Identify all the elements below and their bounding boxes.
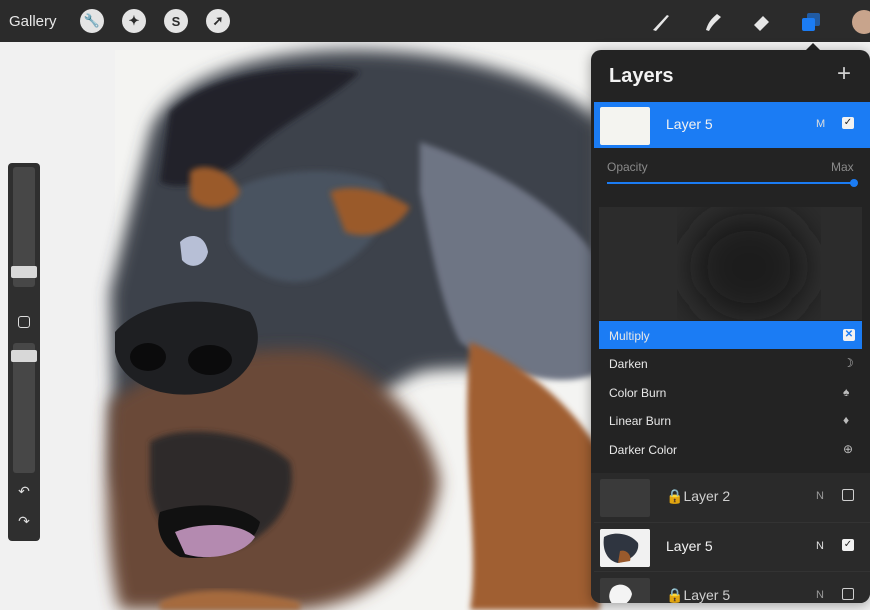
blend-mode-color-burn[interactable]: Color Burn ♠ [599,378,862,406]
layer-name: 🔒Layer 5 [666,587,731,603]
opacity-value: Max [831,160,854,174]
redo-icon[interactable]: ↷ [8,513,40,530]
flame-icon: ♦ [843,413,850,427]
transform-arrow-icon[interactable]: ➚ [206,9,230,33]
layer-row[interactable]: Layer 5 N ✓ [594,524,870,570]
color-swatch-button[interactable] [852,10,870,34]
gallery-button[interactable]: Gallery [9,13,57,30]
opacity-label: Opacity [607,160,648,174]
layers-icon[interactable] [798,9,824,35]
left-sidebar: ↶ ↷ [8,163,40,541]
brush-opacity-thumb[interactable] [11,350,37,362]
opacity-slider-thumb[interactable] [850,179,858,187]
blend-mode-letter[interactable]: M [816,118,825,130]
layer-thumbnail [600,479,650,517]
eraser-icon[interactable] [749,9,775,35]
visibility-checkbox[interactable]: ✓ [842,117,854,129]
layer-name: Layer 5 [666,538,713,554]
layer-row-selected[interactable]: Layer 5 M ✓ [594,102,870,148]
burn-icon: ♠ [843,385,850,399]
magic-wand-icon[interactable]: ✦ [122,9,146,33]
layer-name: Layer 5 [666,116,713,132]
opacity-slider[interactable] [607,182,853,184]
blend-mode-label: Multiply [609,329,650,343]
panel-title: Layers [609,65,674,87]
top-toolbar: Gallery 🔧 ✦ S ➚ [0,0,870,42]
brush-size-thumb[interactable] [11,266,37,278]
blend-mode-darker-color[interactable]: Darker Color ⊕ [599,435,862,463]
blend-mode-label: Darken [609,357,648,371]
visibility-checkbox[interactable]: ✓ [842,539,854,551]
brush-opacity-slider[interactable] [13,343,35,473]
visibility-checkbox[interactable] [842,489,854,501]
visibility-checkbox[interactable] [842,588,854,600]
layers-panel: Layers + Layer 5 M ✓ Opacity Max Multipl… [591,50,870,603]
plus-circle-icon: ⊕ [843,442,854,456]
layer-row[interactable]: 🔒Layer 2 N [594,474,870,520]
layer-row[interactable]: 🔒Layer 5 N [594,573,870,603]
divider [594,571,870,572]
smudge-icon[interactable] [700,9,726,35]
blend-mode-preview [599,207,862,322]
blend-mode-label: Linear Burn [609,414,672,428]
blend-mode-multiply[interactable]: Multiply ✕ [599,321,862,349]
blend-mode-letter[interactable]: N [816,589,824,601]
moon-icon: ☽ [843,356,854,370]
blend-mode-label: Color Burn [609,386,667,400]
blend-mode-label: Darker Color [609,443,678,457]
divider [594,522,870,523]
layer-name: 🔒Layer 2 [666,488,731,504]
blend-mode-letter[interactable]: N [816,540,824,552]
blend-mode-linear-burn[interactable]: Linear Burn ♦ [599,406,862,434]
multiply-icon: ✕ [843,329,855,341]
undo-icon[interactable]: ↶ [8,483,40,500]
selection-s-icon[interactable]: S [164,9,188,33]
wrench-icon[interactable]: 🔧 [80,9,104,33]
blend-mode-letter[interactable]: N [816,490,824,502]
layer-thumbnail [600,529,650,567]
brush-icon[interactable] [648,9,674,35]
add-layer-button[interactable]: + [837,60,851,88]
layer-thumbnail [600,107,650,145]
layer-thumbnail [600,578,650,603]
blend-mode-darken[interactable]: Darken ☽ [599,349,862,377]
eyedropper-button[interactable] [18,316,30,328]
